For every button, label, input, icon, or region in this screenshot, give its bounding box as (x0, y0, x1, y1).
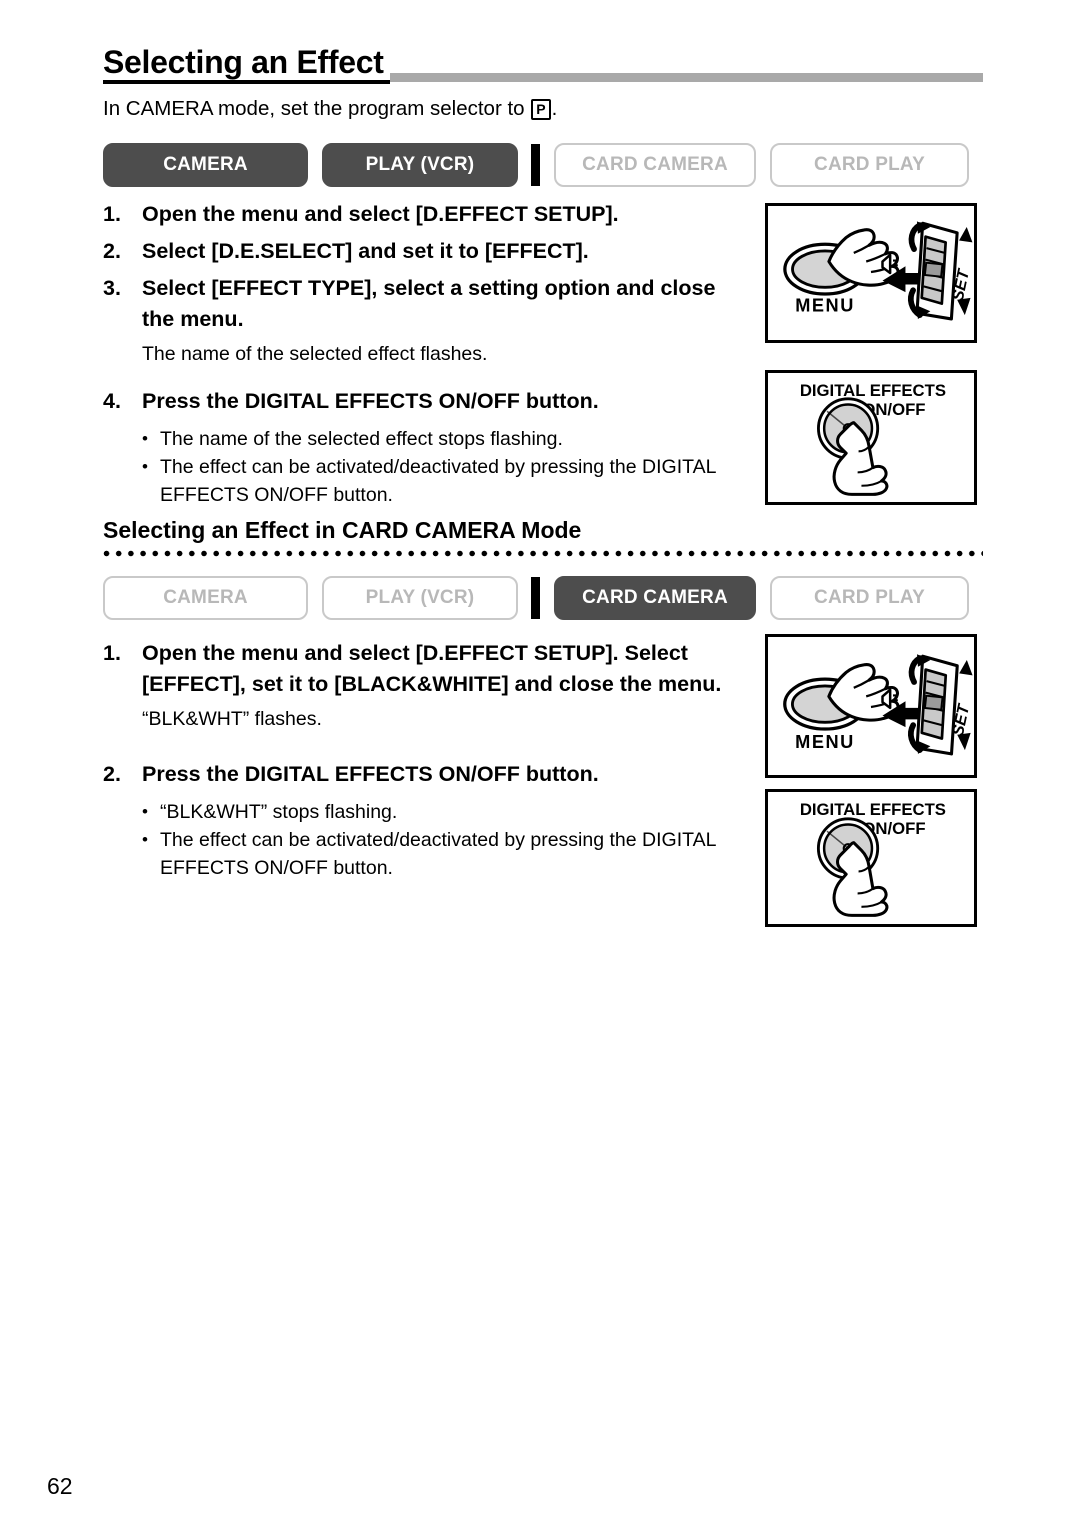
svg-text:MENU: MENU (795, 732, 855, 752)
section-heading: Selecting an Effect in CARD CAMERA Mode (103, 517, 582, 543)
mode-button-camera[interactable]: CAMERA (103, 143, 308, 187)
illustration-digital-effects-button: DIGITAL EFFECTS ON/OFF (765, 789, 977, 927)
mode-separator (531, 144, 540, 186)
step-text: Open the menu and select [D.EFFECT SETUP… (142, 202, 619, 226)
digital-effects-label-line1: DIGITAL EFFECTS (800, 381, 946, 400)
bullet-list: • The name of the selected effect stops … (142, 425, 753, 509)
step-item: 2. Select [D.E.SELECT] and set it to [EF… (103, 236, 753, 267)
intro-text-after: . (551, 97, 558, 120)
bullet-text: The effect can be activated/deactivated … (160, 829, 716, 879)
step-item: 4. Press the DIGITAL EFFECTS ON/OFF butt… (103, 386, 753, 417)
digital-effects-label-line1: DIGITAL EFFECTS (800, 800, 946, 819)
mode-button-card-camera[interactable]: CARD CAMERA (554, 143, 756, 187)
bullet-text: The effect can be activated/deactivated … (160, 456, 716, 506)
page-title-area: Selecting an Effect (103, 44, 983, 88)
step-text: Select [EFFECT TYPE], select a setting o… (142, 276, 716, 331)
mode-bar-camera: CAMERA PLAY (VCR) CARD CAMERA CARD PLAY (103, 142, 983, 188)
bullet-dot-icon: • (142, 802, 148, 821)
step-text: Press the DIGITAL EFFECTS ON/OFF button. (142, 389, 599, 413)
intro-line: In CAMERA mode, set the program selector… (103, 96, 557, 122)
step-number: 2. (103, 239, 121, 263)
mode-button-card-camera[interactable]: CARD CAMERA (554, 576, 756, 620)
bullet-dot-icon: • (142, 830, 148, 849)
list-item: • The effect can be activated/deactivate… (142, 826, 793, 882)
mode-bar-card-camera: CAMERA PLAY (VCR) CARD CAMERA CARD PLAY (103, 575, 983, 621)
intro-text-before: In CAMERA mode, set the program selector… (103, 97, 525, 120)
section-two-heading-area: Selecting an Effect in CARD CAMERA Mode (103, 516, 983, 557)
mode-button-play-vcr[interactable]: PLAY (VCR) (322, 143, 518, 187)
step-number: 1. (103, 641, 121, 665)
bullet-dot-icon: • (142, 457, 148, 476)
section-two-steps: 1. Open the menu and select [D.EFFECT SE… (103, 638, 793, 882)
bullet-list: • “BLK&WHT” stops flashing. • The effect… (142, 798, 793, 882)
section-one-steps: 1. Open the menu and select [D.EFFECT SE… (103, 199, 753, 509)
list-item: • “BLK&WHT” stops flashing. (142, 798, 793, 826)
step-item: 2. Press the DIGITAL EFFECTS ON/OFF butt… (103, 759, 793, 790)
mode-separator (531, 577, 540, 619)
step-text: Press the DIGITAL EFFECTS ON/OFF button. (142, 762, 599, 786)
menu-dial-drawing: MENU SET (783, 654, 974, 756)
step-number: 4. (103, 389, 121, 413)
manual-page: Selecting an Effect In CAMERA mode, set … (0, 0, 1080, 1526)
step-number: 2. (103, 762, 121, 786)
svg-text:MENU: MENU (795, 295, 855, 315)
page-number: 62 (47, 1473, 73, 1499)
bullet-dot-icon: • (142, 429, 148, 448)
step-item: 3. Select [EFFECT TYPE], select a settin… (103, 273, 753, 335)
illustration-digital-effects-button: DIGITAL EFFECTS ON/OFF (765, 370, 977, 505)
mode-button-card-play[interactable]: CARD PLAY (770, 143, 969, 187)
program-selector-p-icon: P (531, 99, 551, 120)
step-note: The name of the selected effect flashes. (142, 343, 488, 365)
list-item: • The effect can be activated/deactivate… (142, 453, 753, 509)
mode-button-camera[interactable]: CAMERA (103, 576, 308, 620)
digital-effects-drawing: DIGITAL EFFECTS ON/OFF (800, 800, 946, 917)
illustration-menu-dial: MENU SET (765, 203, 977, 343)
illustration-menu-dial: MENU SET (765, 634, 977, 778)
step-item: 1. Open the menu and select [D.EFFECT SE… (103, 199, 753, 230)
bullet-text: The name of the selected effect stops fl… (160, 428, 563, 450)
menu-dial-drawing: MENU SET (783, 221, 973, 321)
step-text: Open the menu and select [D.EFFECT SETUP… (142, 641, 722, 696)
page-title: Selecting an Effect (103, 44, 390, 84)
digital-effects-drawing: DIGITAL EFFECTS ON/OFF (800, 381, 946, 496)
step-item: 1. Open the menu and select [D.EFFECT SE… (103, 638, 793, 700)
mode-button-card-play[interactable]: CARD PLAY (770, 576, 969, 620)
dotted-divider (103, 550, 983, 557)
step-note: “BLK&WHT” flashes. (142, 708, 322, 730)
list-item: • The name of the selected effect stops … (142, 425, 753, 453)
step-text: Select [D.E.SELECT] and set it to [EFFEC… (142, 239, 589, 263)
step-number: 3. (103, 276, 121, 300)
step-number: 1. (103, 202, 121, 226)
bullet-text: “BLK&WHT” stops flashing. (160, 801, 398, 823)
mode-button-play-vcr[interactable]: PLAY (VCR) (322, 576, 518, 620)
